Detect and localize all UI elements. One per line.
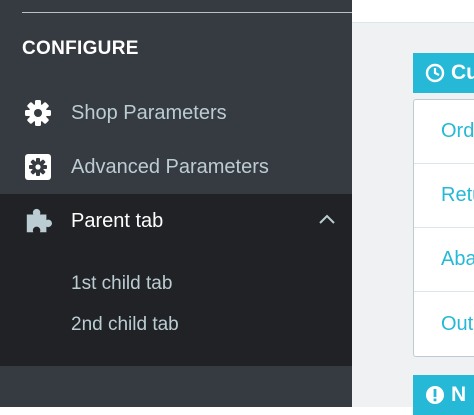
sidebar: CONFIGURE Shop Parameters Advanced Param…: [0, 0, 352, 407]
clock-icon: [425, 63, 445, 83]
panel-header-1: Cu: [413, 53, 474, 93]
sidebar-item-label: Parent tab: [71, 209, 164, 232]
sidebar-item-label: Shop Parameters: [71, 101, 227, 124]
link-list: Ord Retu Aba Out: [413, 99, 474, 357]
panel-title: N: [451, 383, 467, 406]
chevron-up-icon[interactable]: [318, 212, 336, 226]
gear-icon: [24, 99, 52, 127]
sidebar-divider: [22, 12, 352, 13]
list-item-link[interactable]: Aba: [414, 228, 474, 292]
settings-box-icon: [24, 153, 52, 181]
puzzle-icon: [24, 207, 52, 235]
list-item-link[interactable]: Retu: [414, 164, 474, 228]
sidebar-child-item-2[interactable]: 2nd child tab: [71, 314, 179, 336]
panel-header-2: N: [413, 375, 474, 415]
sidebar-child-item-1[interactable]: 1st child tab: [71, 273, 172, 295]
sidebar-item-advanced-parameters[interactable]: Advanced Parameters: [0, 142, 352, 192]
panel-title: Cu: [451, 61, 474, 84]
content-header-bar: [352, 0, 474, 23]
list-item-link[interactable]: Ord: [414, 100, 474, 164]
sidebar-item-shop-parameters[interactable]: Shop Parameters: [0, 88, 352, 138]
sidebar-item-label: Advanced Parameters: [71, 155, 269, 178]
list-item-link[interactable]: Out: [414, 292, 474, 356]
exclamation-icon: [425, 385, 445, 405]
section-title-configure: CONFIGURE: [22, 38, 139, 59]
sidebar-item-parent-tab[interactable]: Parent tab: [0, 196, 352, 246]
content-gutter: [352, 23, 378, 407]
